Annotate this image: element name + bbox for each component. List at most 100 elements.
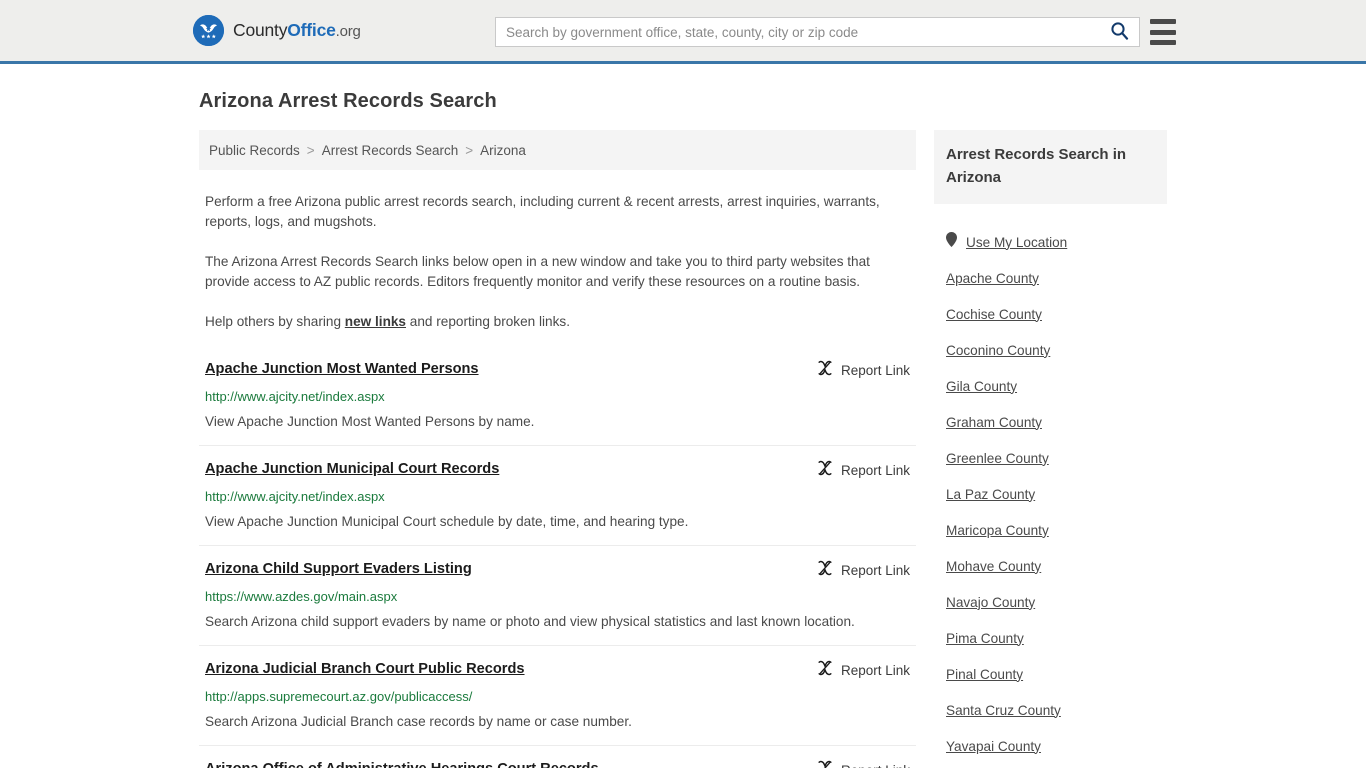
broken-link-icon [817,360,833,381]
content-columns: Public Records > Arrest Records Search >… [0,113,1366,768]
sidebar-item-cochise-county[interactable]: Cochise County [934,296,1167,332]
county-link[interactable]: Mohave County [946,559,1041,574]
county-link[interactable]: Navajo County [946,595,1035,610]
use-my-location-link[interactable]: Use My Location [966,235,1067,250]
county-link[interactable]: Yavapai County [946,739,1041,754]
report-link-button[interactable]: Report Link [817,560,910,581]
intro-p3-after: and reporting broken links. [406,314,570,329]
report-link-label: Report Link [840,563,910,578]
intro-text: Perform a free Arizona public arrest rec… [199,192,916,332]
result-header: Arizona Office of Administrative Hearing… [205,759,910,768]
county-link[interactable]: La Paz County [946,487,1035,502]
result-title-link[interactable]: Arizona Child Support Evaders Listing [205,559,472,579]
search-icon [1110,21,1129,43]
result-description: Search Arizona child support evaders by … [205,614,855,629]
result-description: Search Arizona Judicial Branch case reco… [205,714,632,729]
map-pin-icon [946,232,957,252]
result-item: Apache Junction Municipal Court Records … [199,445,916,545]
sidebar-item-pima-county[interactable]: Pima County [934,620,1167,656]
site-header: CountyOffice.org [0,0,1366,64]
sidebar-item-mohave-county[interactable]: Mohave County [934,548,1167,584]
intro-paragraph-3: Help others by sharing new links and rep… [205,312,905,332]
result-url: http://apps.supremecourt.az.gov/publicac… [205,689,473,704]
page-body: Arizona Arrest Records Search Public Rec… [0,64,1366,768]
sidebar-item-maricopa-county[interactable]: Maricopa County [934,512,1167,548]
sidebar-item-gila-county[interactable]: Gila County [934,368,1167,404]
result-title-link[interactable]: Apache Junction Municipal Court Records [205,459,499,479]
result-item: Arizona Judicial Branch Court Public Rec… [199,645,916,745]
new-links-link[interactable]: new links [345,314,406,329]
site-logo[interactable]: CountyOffice.org [193,15,361,46]
county-link[interactable]: Pinal County [946,667,1023,682]
intro-paragraph-2: The Arizona Arrest Records Search links … [205,254,870,289]
search-bar[interactable] [495,17,1140,47]
sidebar-item-use-my-location[interactable]: Use My Location [934,224,1167,260]
result-title-link[interactable]: Arizona Office of Administrative Hearing… [205,759,599,768]
sidebar-item-la-paz-county[interactable]: La Paz County [934,476,1167,512]
breadcrumb-separator: > [306,142,315,158]
result-item: Arizona Child Support Evaders Listing Re… [199,545,916,645]
broken-link-icon [817,460,833,481]
county-link[interactable]: Apache County [946,271,1039,286]
report-link-button[interactable]: Report Link [817,760,910,768]
brand-wordmark: CountyOffice.org [233,20,361,41]
result-header: Arizona Child Support Evaders Listing Re… [205,559,910,581]
hamburger-menu-icon[interactable] [1150,19,1176,45]
report-link-label: Report Link [841,763,910,768]
sidebar-heading: Arrest Records Search in Arizona [934,130,1167,204]
intro-p3-before: Help others by sharing [205,314,345,329]
breadcrumb: Public Records > Arrest Records Search >… [199,130,916,170]
county-link[interactable]: Greenlee County [946,451,1049,466]
report-link-button[interactable]: Report Link [817,660,910,681]
result-url: http://www.ajcity.net/index.aspx [205,389,385,404]
sidebar-item-navajo-county[interactable]: Navajo County [934,584,1167,620]
sidebar-item-greenlee-county[interactable]: Greenlee County [934,440,1167,476]
menu-bar-2 [1150,29,1176,35]
report-link-button[interactable]: Report Link [817,360,910,381]
breadcrumb-separator: > [465,142,474,158]
broken-link-icon [817,760,833,768]
broken-link-icon [817,660,833,681]
county-link[interactable]: Maricopa County [946,523,1049,538]
result-description: View Apache Junction Municipal Court sch… [205,514,689,529]
county-link[interactable]: Cochise County [946,307,1042,322]
result-url: https://www.azdes.gov/main.aspx [205,589,398,604]
breadcrumb-item-arrest-records-search[interactable]: Arrest Records Search [322,143,459,158]
page-title: Arizona Arrest Records Search [199,90,497,112]
sidebar-item-coconino-county[interactable]: Coconino County [934,332,1167,368]
sidebar-item-graham-county[interactable]: Graham County [934,404,1167,440]
menu-bar-3 [1150,40,1176,45]
sidebar-county-list: Use My Location Apache County Cochise Co… [934,224,1167,768]
breadcrumb-item-public-records[interactable]: Public Records [209,143,300,158]
search-button[interactable] [1099,18,1139,46]
report-link-label: Report Link [840,363,910,378]
result-title-link[interactable]: Arizona Judicial Branch Court Public Rec… [205,659,525,679]
sidebar-item-pinal-county[interactable]: Pinal County [934,656,1167,692]
results-list: Apache Junction Most Wanted Persons Repo… [199,354,916,768]
county-link[interactable]: Santa Cruz County [946,703,1061,718]
result-title-link[interactable]: Apache Junction Most Wanted Persons [205,359,479,379]
county-link[interactable]: Gila County [946,379,1017,394]
result-header: Apache Junction Municipal Court Records … [205,459,910,481]
county-link[interactable]: Coconino County [946,343,1050,358]
sidebar-item-santa-cruz-county[interactable]: Santa Cruz County [934,692,1167,728]
sidebar-item-yuma-county[interactable]: Yuma County [934,764,1167,768]
brand-part-county: County [233,20,288,40]
result-header: Arizona Judicial Branch Court Public Rec… [205,659,910,681]
result-item: Arizona Office of Administrative Hearing… [199,745,916,768]
sidebar-item-apache-county[interactable]: Apache County [934,260,1167,296]
result-header: Apache Junction Most Wanted Persons Repo… [205,359,910,381]
search-input[interactable] [496,18,1099,46]
result-description: View Apache Junction Most Wanted Persons… [205,414,535,429]
report-link-label: Report Link [840,663,910,678]
menu-bar-1 [1150,19,1176,24]
result-url: http://www.ajcity.net/index.aspx [205,489,385,504]
report-link-button[interactable]: Report Link [817,460,910,481]
county-link[interactable]: Pima County [946,631,1024,646]
intro-paragraph-1: Perform a free Arizona public arrest rec… [205,194,880,229]
sidebar-item-yavapai-county[interactable]: Yavapai County [934,728,1167,764]
main-column: Public Records > Arrest Records Search >… [199,130,916,768]
report-link-label: Report Link [840,463,910,478]
eagle-shield-logo-icon [193,15,224,46]
county-link[interactable]: Graham County [946,415,1042,430]
